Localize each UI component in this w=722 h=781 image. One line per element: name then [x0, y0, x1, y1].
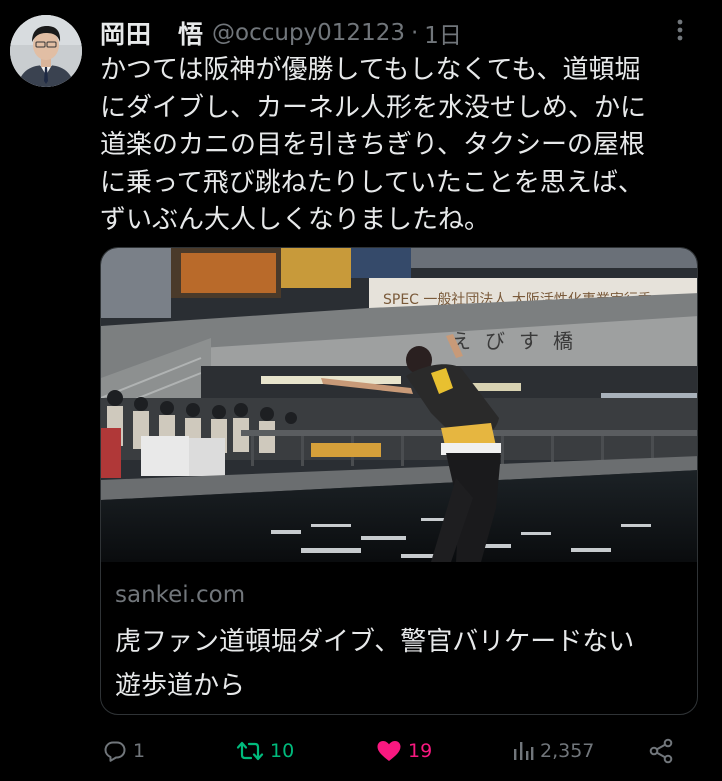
card-title-line: 虎ファン道頓堀ダイブ、警官バリケードない [115, 627, 635, 657]
link-card[interactable]: SPEC 一般社団法人 大阪活性化事業実行委 えびす橋 sankei.com 虎… [100, 247, 698, 715]
user-handle[interactable]: @occupy012123 [212, 20, 405, 46]
card-title: 虎ファン道頓堀ダイブ、警官バリケードない 遊歩道から [115, 620, 685, 708]
share-icon [648, 738, 674, 764]
retweet-icon [236, 739, 264, 763]
card-domain: sankei.com [115, 582, 246, 608]
like-count: 19 [408, 740, 433, 762]
tweet-text-line: かつては阪神が優勝してもしなくても、道頓堀 [100, 55, 641, 85]
heart-icon [376, 739, 402, 763]
card-title-line: 遊歩道から [115, 671, 246, 701]
tweet-header: 岡田 悟 @occupy012123 · 1日 [100, 16, 462, 50]
retweet-button[interactable]: 10 [236, 733, 294, 769]
display-name[interactable]: 岡田 悟 [100, 15, 204, 51]
timestamp[interactable]: 1日 [424, 16, 462, 50]
action-bar: 1 10 19 2,357 [0, 733, 722, 769]
tweet-text-line: に乗って飛び跳ねたりしていたことを思えば、 [100, 167, 644, 198]
tweet-text-line: にダイブし、カーネル人形を水没せしめ、かに [100, 92, 647, 123]
views-count: 2,357 [540, 740, 595, 762]
like-button[interactable]: 19 [376, 733, 432, 769]
share-button[interactable] [648, 733, 674, 769]
reply-icon [103, 739, 127, 763]
tweet-text-line: 道楽のカニの目を引きちぎり、タクシーの屋根 [100, 130, 645, 160]
views-button[interactable]: 2,357 [512, 733, 594, 769]
more-icon[interactable] [668, 18, 692, 42]
reply-count: 1 [133, 740, 146, 762]
bridge-name: えびす橋 [451, 329, 587, 353]
avatar[interactable] [10, 15, 82, 87]
reply-button[interactable]: 1 [103, 733, 145, 769]
separator-dot: · [410, 20, 419, 46]
card-image[interactable]: SPEC 一般社団法人 大阪活性化事業実行委 えびす橋 [101, 248, 697, 562]
views-icon [512, 739, 534, 763]
tweet-text: かつては阪神が優勝してもしなくても、道頓堀 にダイブし、カーネル人形を水没せしめ… [100, 52, 710, 240]
tweet[interactable]: 岡田 悟 @occupy012123 · 1日 かつては阪神が優勝してもしなくて… [0, 0, 722, 781]
tweet-text-line: ずいぶん大人しくなりましたね。 [100, 205, 491, 235]
retweet-count: 10 [270, 740, 295, 762]
